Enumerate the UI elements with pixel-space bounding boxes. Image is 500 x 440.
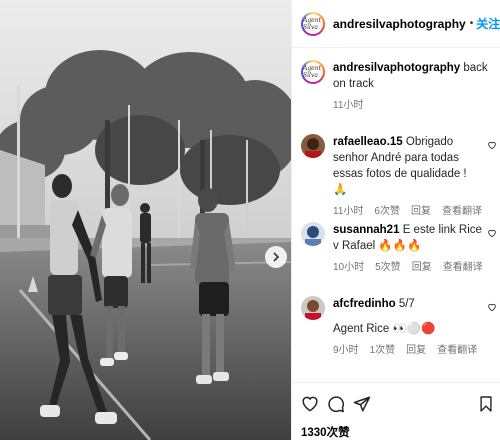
bookmark-icon[interactable] [479, 395, 493, 413]
commenter-avatar[interactable] [301, 134, 325, 158]
comment-item: rafaelleao.15 Obrigado senhor André para… [301, 134, 497, 220]
chevron-right-icon [273, 252, 280, 262]
author-avatar[interactable]: Agent Silva [301, 11, 325, 36]
caption-timestamp: 11小时 [333, 100, 364, 111]
post-caption: Agent Silva andresilvaphotography back o… [301, 60, 493, 114]
avatar-logo-text: Agent Silva [303, 62, 323, 82]
comment-heart-icon[interactable] [487, 302, 497, 312]
post-side-panel: Agent Silva andresilvaphotography • 关注 A… [291, 0, 500, 440]
avatar-photo-icon [301, 222, 325, 246]
comment-likes-count[interactable]: 5次赞 [375, 260, 401, 276]
post-actions-bar: 1330次赞 [292, 382, 500, 440]
commenter-avatar[interactable] [301, 296, 325, 320]
avatar-logo-text: Agent Silva [303, 13, 323, 34]
follow-separator: • [469, 18, 474, 29]
comment-username[interactable]: afcfredinho [333, 298, 396, 310]
comment-likes-count[interactable]: 6次赞 [374, 204, 400, 220]
avatar-photo-icon [301, 296, 325, 320]
see-translation-button[interactable]: 查看翻译 [443, 260, 483, 276]
comments-list[interactable]: Agent Silva andresilvaphotography back o… [292, 48, 500, 382]
see-translation-button[interactable]: 查看翻译 [437, 343, 477, 359]
follow-button[interactable]: 关注 [476, 15, 500, 32]
comment-username[interactable]: susannah21 [333, 224, 399, 236]
comment-text-line2: Agent Rice 👀⚪🔴 [333, 323, 436, 335]
share-icon[interactable] [353, 395, 371, 413]
reply-button[interactable]: 回复 [406, 343, 426, 359]
reply-button[interactable]: 回复 [412, 260, 432, 276]
caption-avatar[interactable]: Agent Silva [301, 60, 325, 84]
black-and-white-training-photo [0, 0, 291, 440]
comment-timestamp: 9小时 [333, 345, 359, 356]
comment-item: susannah21 E este link Rice v Rafael 🔥🔥🔥… [301, 222, 497, 276]
see-translation-button[interactable]: 查看翻译 [442, 204, 482, 220]
commenter-avatar[interactable] [301, 222, 325, 246]
comment-item: afcfredinho 5/7 Agent Rice 👀⚪🔴 9小时 1次赞 回… [301, 296, 497, 359]
comment-text: 5/7 [398, 298, 415, 310]
avatar-photo-icon [301, 134, 325, 158]
comment-timestamp: 11小时 [333, 206, 364, 217]
comment-icon[interactable] [327, 395, 345, 413]
next-photo-button[interactable] [265, 246, 287, 268]
post-header: Agent Silva andresilvaphotography • 关注 [292, 0, 500, 48]
comment-likes-count[interactable]: 1次赞 [370, 343, 396, 359]
comment-heart-icon[interactable] [487, 228, 497, 238]
comment-timestamp: 10小时 [333, 262, 365, 273]
caption-username[interactable]: andresilvaphotography [333, 62, 460, 74]
likes-count[interactable]: 1330次赞 [301, 424, 350, 440]
reply-button[interactable]: 回复 [411, 204, 431, 220]
comment-heart-icon[interactable] [487, 140, 497, 150]
heart-icon[interactable] [301, 395, 319, 412]
post-photo[interactable] [0, 0, 291, 440]
comment-username[interactable]: rafaelleao.15 [333, 136, 403, 148]
author-username[interactable]: andresilvaphotography [333, 17, 466, 31]
